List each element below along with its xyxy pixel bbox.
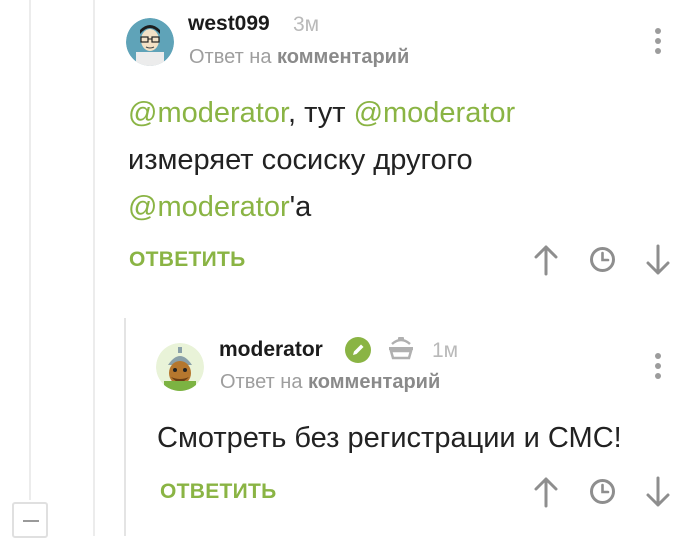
comment-body: @moderator, тут @moderator измеряет соси… — [128, 90, 568, 231]
more-vertical-icon[interactable] — [654, 28, 662, 58]
reply-prefix: Ответ на — [220, 371, 303, 393]
thread-line — [124, 318, 126, 536]
thread-line — [93, 0, 95, 536]
comment-body: Смотреть без регистрации и СМС! — [157, 422, 622, 454]
reply-to-line: Ответ на комментарий — [189, 46, 409, 69]
arrow-down-icon[interactable] — [645, 244, 671, 281]
comment-author[interactable]: moderator — [219, 338, 323, 362]
reply-to-link[interactable]: комментарий — [277, 46, 409, 68]
collapse-thread-button[interactable] — [12, 502, 48, 538]
arrow-up-icon[interactable] — [533, 244, 559, 281]
crown-icon — [386, 334, 416, 367]
reply-button[interactable]: ОТВЕТИТЬ — [129, 248, 246, 272]
user-avatar[interactable] — [126, 18, 174, 66]
comment-time[interactable]: 3м — [293, 13, 319, 37]
body-text: измеряет сосиску другого — [128, 144, 473, 176]
comment-time[interactable]: 1м — [432, 339, 458, 363]
reply-button[interactable]: ОТВЕТИТЬ — [160, 480, 277, 504]
thread-line — [29, 0, 31, 500]
reply-prefix: Ответ на — [189, 46, 272, 68]
comment-author[interactable]: west099 — [188, 12, 270, 36]
mention-link[interactable]: @moderator — [128, 97, 288, 129]
reply-to-line: Ответ на комментарий — [220, 371, 440, 394]
verified-pencil-icon — [344, 336, 372, 369]
body-text: , тут — [288, 97, 354, 129]
reply-to-link[interactable]: комментарий — [308, 371, 440, 393]
user-avatar[interactable] — [156, 343, 204, 391]
arrow-down-icon[interactable] — [645, 476, 671, 513]
clock-icon[interactable] — [589, 478, 616, 510]
more-vertical-icon[interactable] — [654, 353, 662, 383]
body-text: 'a — [289, 191, 312, 223]
mention-link[interactable]: @moderator — [128, 191, 290, 223]
arrow-up-icon[interactable] — [533, 476, 559, 513]
clock-icon[interactable] — [589, 246, 616, 278]
collapse-minus-icon — [23, 520, 39, 522]
mention-link[interactable]: @moderator — [354, 97, 516, 129]
